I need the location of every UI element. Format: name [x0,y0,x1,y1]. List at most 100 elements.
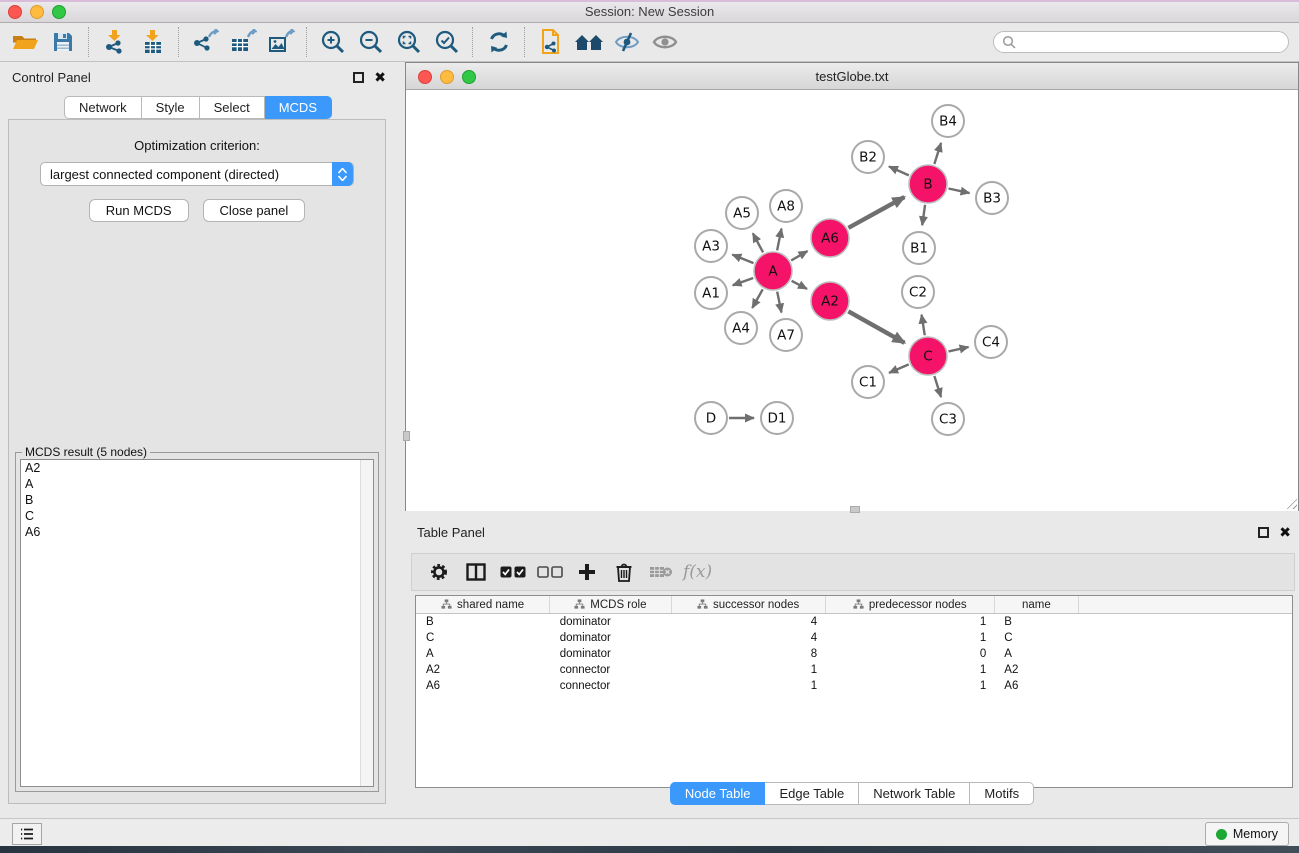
graph-edge-A-A2[interactable] [792,281,807,289]
zoom-fit-button[interactable] [390,26,428,58]
column-header-shared_name[interactable]: shared name [416,596,550,614]
main-toolbar [0,23,1299,62]
run-mcds-button[interactable]: Run MCDS [89,199,189,222]
tab-edge-table[interactable]: Edge Table [765,782,859,805]
result-list-item[interactable]: B [21,492,373,508]
graph-edge-A2-C[interactable] [848,311,904,343]
window-title: Session: New Session [0,4,1299,19]
show-column-button[interactable] [457,557,494,587]
search-input[interactable] [1020,34,1288,50]
close-table-panel-icon[interactable]: ✖ [1279,527,1291,538]
network-canvas[interactable]: AA6A2BCA5A8A3A1A4A7B2B4B3B1C2C4C1C3DD1 [406,90,1298,511]
graph-node-label: C3 [939,412,957,428]
network-from-file-button[interactable] [532,26,570,58]
show-panels-list-button[interactable] [12,823,42,845]
export-network-button[interactable] [186,26,224,58]
unselect-all-columns-button[interactable] [531,557,568,587]
table-row[interactable]: Bdominator41B [416,614,1292,631]
column-header-mcds_role[interactable]: MCDS role [550,596,671,614]
window-titlebar: Session: New Session [0,0,1299,23]
control-panel: Control Panel ✖ NetworkStyleSelectMCDS O… [0,62,396,815]
export-table-button[interactable] [224,26,262,58]
column-header-name[interactable]: name [994,596,1078,614]
columns-icon [466,563,486,581]
zoom-selected-button[interactable] [428,26,466,58]
tab-mcds[interactable]: MCDS [265,96,332,119]
refresh-button[interactable] [480,26,518,58]
graph-edge-A-A7[interactable] [777,292,781,313]
memory-button[interactable]: Memory [1205,822,1289,846]
graph-edge-C-C1[interactable] [889,364,909,373]
table-row[interactable]: A2connector11A2 [416,662,1292,678]
open-session-button[interactable] [6,26,44,58]
hide-graphics-details-button[interactable] [608,26,646,58]
result-list-item[interactable]: A2 [21,460,373,476]
select-all-columns-button[interactable] [494,557,531,587]
tab-select[interactable]: Select [200,96,265,119]
bottom-resize-handle[interactable] [850,506,860,513]
cell-successors: 8 [671,646,825,662]
graph-edge-B-B4[interactable] [934,143,941,164]
export-network-icon [191,29,219,55]
graph-edge-A-A4[interactable] [752,289,762,308]
close-panel-icon[interactable]: ✖ [374,72,386,83]
graph-edge-C-C4[interactable] [948,347,968,351]
tab-node-table[interactable]: Node Table [670,782,766,805]
table-row[interactable]: Cdominator41C [416,630,1292,646]
function-builder-button[interactable]: f(x) [683,562,712,582]
result-list-item[interactable]: C [21,508,373,524]
cell-name: B [994,614,1078,631]
graph-edge-B-B2[interactable] [889,166,909,175]
tab-motifs[interactable]: Motifs [970,782,1034,805]
table-row[interactable]: Adominator80A [416,646,1292,662]
table-toolbar: f(x) [411,553,1295,591]
graph-edge-B-B1[interactable] [922,205,925,225]
zoom-out-button[interactable] [352,26,390,58]
zoom-in-button[interactable] [314,26,352,58]
criterion-select[interactable]: largest connected component (directed) [40,162,354,186]
tab-style[interactable]: Style [142,96,200,119]
cell-predecessors: 1 [825,662,994,678]
export-image-button[interactable] [262,26,300,58]
graph-edge-A-A5[interactable] [753,233,763,252]
add-column-button[interactable] [568,557,605,587]
graph-edge-A-A1[interactable] [733,278,754,285]
graph-edge-C-C2[interactable] [922,315,925,336]
tab-network-table[interactable]: Network Table [859,782,970,805]
result-list-item[interactable]: A6 [21,524,373,540]
graph-edge-A-A3[interactable] [732,255,753,264]
close-panel-button[interactable]: Close panel [203,199,306,222]
graph-edge-B-B3[interactable] [949,188,970,193]
import-network-button[interactable] [96,26,134,58]
network-window-titlebar[interactable]: testGlobe.txt [406,63,1298,90]
save-session-button[interactable] [44,26,82,58]
result-list-item[interactable]: A [21,476,373,492]
mcds-result-list[interactable]: A2ABCA6 [20,459,374,787]
column-header-predecessors[interactable]: predecessor nodes [825,596,994,614]
column-header-successors[interactable]: successor nodes [671,596,825,614]
graph-node-label: D1 [768,411,787,427]
float-panel-icon[interactable] [353,72,364,83]
cell-mcds_role: dominator [550,646,671,662]
tab-network[interactable]: Network [64,96,142,119]
delete-columns-button[interactable] [605,557,642,587]
float-table-panel-icon[interactable] [1258,527,1269,538]
graph-edge-A-A8[interactable] [777,229,781,251]
first-neighbors-button[interactable] [570,26,608,58]
cell-name: A [994,646,1078,662]
graph-edge-A6-B[interactable] [848,197,904,228]
search-field[interactable] [993,31,1289,53]
table-options-button[interactable] [420,557,457,587]
left-resize-handle[interactable] [403,431,410,441]
cell-successors: 4 [671,614,825,631]
result-list-scrollbar[interactable] [360,460,373,786]
graph-edge-C-C3[interactable] [934,376,941,397]
import-table-button[interactable] [134,26,172,58]
graph-edge-A-A6[interactable] [791,251,807,260]
table-row[interactable]: A6connector11A6 [416,678,1292,694]
table-panel-title: Table Panel [417,525,485,540]
node-table[interactable]: shared nameMCDS rolesuccessor nodesprede… [416,596,1292,694]
show-graphics-details-button[interactable] [646,26,684,58]
zoom-fit-icon [396,29,422,55]
delete-table-button[interactable] [642,557,679,587]
